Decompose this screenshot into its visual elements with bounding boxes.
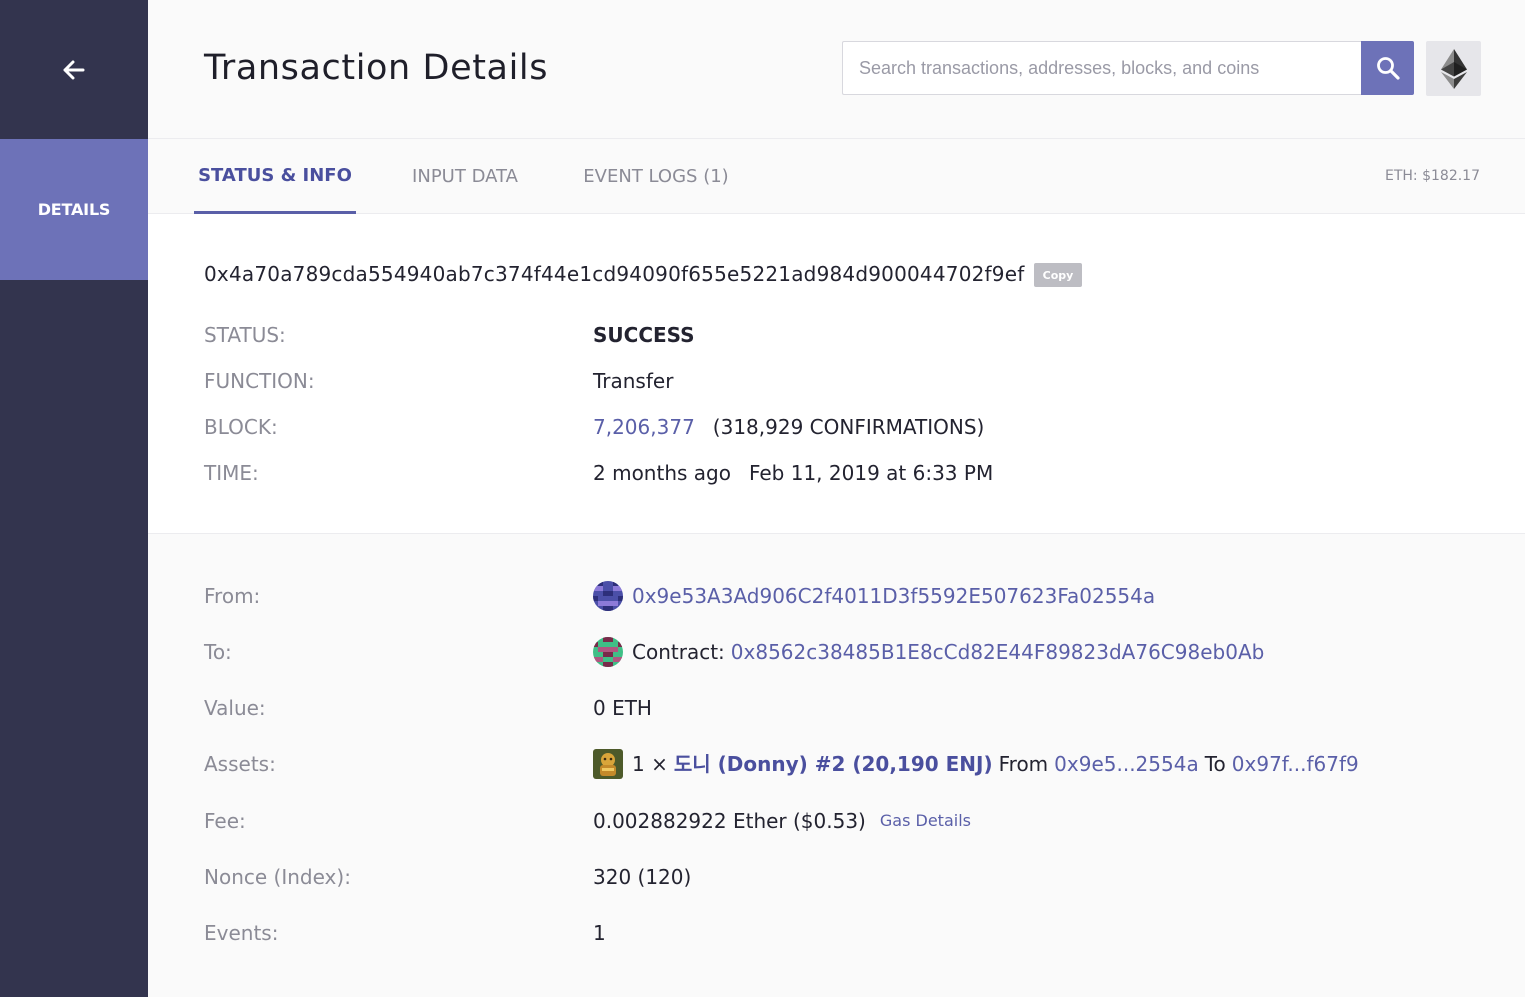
asset-from-link[interactable]: 0x9e5...2554a [1054, 749, 1199, 779]
status-label: STATUS: [204, 323, 286, 347]
page-title: Transaction Details [204, 48, 549, 88]
assets-value: 1 × 도니 (Donny) #2 (20,190 ENJ) From 0x9e… [593, 749, 1359, 779]
from-label: From: [204, 584, 261, 608]
status-badge: SUCCESS [593, 323, 695, 347]
to-row: To: Contract: 0x8562c38485B1E8cCd82E44F8… [204, 637, 1504, 667]
asset-to-link[interactable]: 0x97f...f67f9 [1232, 749, 1359, 779]
function-link[interactable]: Transfer [593, 366, 673, 396]
transaction-hash: 0x4a70a789cda554940ab7c374f44e1cd94090f6… [204, 262, 1025, 286]
eth-price: ETH: $182.17 [1385, 168, 1480, 184]
tab-bar: STATUS & INFO INPUT DATA EVENT LOGS (1) … [148, 139, 1525, 214]
sidebar-item-details[interactable]: DETAILS [0, 139, 148, 280]
asset-name-link[interactable]: 도니 (Donny) #2 (20,190 ENJ) [674, 749, 993, 779]
from-value: 0x9e53A3Ad906C2f4011D3f5592E507623Fa0255… [593, 581, 1155, 611]
nonce-value: 320 (120) [593, 865, 692, 889]
time-relative: 2 months ago [593, 461, 731, 485]
asset-to-text: To [1204, 752, 1226, 776]
fee-label: Fee: [204, 809, 246, 833]
block-label: BLOCK: [204, 415, 278, 439]
from-address-avatar-icon [593, 581, 623, 611]
from-row: From: 0x9e53A3Ad906C2f4011D3f5592E507623… [204, 581, 1504, 611]
asset-from-text: From [998, 752, 1049, 776]
time-absolute: Feb 11, 2019 at 6:33 PM [748, 461, 994, 485]
transaction-info-panel: 0x4a70a789cda554940ab7c374f44e1cd94090f6… [148, 214, 1525, 534]
tab-event-logs[interactable]: EVENT LOGS (1) [570, 139, 742, 214]
back-button[interactable] [0, 0, 148, 139]
sidebar-item-label: DETAILS [37, 200, 111, 219]
to-address-link[interactable]: 0x8562c38485B1E8cCd82E44F89823dA76C98eb0… [731, 637, 1265, 667]
value-amount: 0 ETH [593, 696, 652, 720]
nonce-label: Nonce (Index): [204, 865, 351, 889]
to-label: To: [204, 640, 232, 664]
time-label: TIME: [204, 461, 259, 485]
ethereum-icon [1440, 48, 1467, 89]
assets-row: Assets: 1 × 도니 (Donny) #2 (20,190 ENJ) F… [204, 749, 1504, 779]
transaction-details-panel: From: 0x9e53A3Ad906C2f4011D3f5592E507623… [148, 535, 1525, 997]
tab-input-data[interactable]: INPUT DATA [394, 139, 536, 214]
status-row: STATUS: SUCCESS [204, 320, 1504, 350]
to-prefix: Contract: [632, 640, 725, 664]
time-row: TIME: 2 months ago Feb 11, 2019 at 6:33 … [204, 458, 1504, 488]
to-value: Contract: 0x8562c38485B1E8cCd82E44F89823… [593, 637, 1264, 667]
block-link[interactable]: 7,206,377 [593, 412, 695, 442]
nonce-row: Nonce (Index): 320 (120) [204, 862, 1504, 892]
block-row: BLOCK: 7,206,377 (318,929 CONFIRMATIONS) [204, 412, 1504, 442]
tab-status-info[interactable]: STATUS & INFO [194, 139, 356, 214]
network-selector-button[interactable] [1426, 41, 1481, 96]
function-row: FUNCTION: Transfer [204, 366, 1504, 396]
asset-quantity: 1 × [632, 752, 668, 776]
search-icon [1376, 57, 1400, 80]
block-confirmations: (318,929 CONFIRMATIONS) [712, 415, 985, 439]
time-value: 2 months ago Feb 11, 2019 at 6:33 PM [593, 458, 993, 488]
events-label: Events: [204, 921, 279, 945]
value-label: Value: [204, 696, 266, 720]
value-row: Value: 0 ETH [204, 693, 1504, 723]
function-label: FUNCTION: [204, 369, 315, 393]
from-address-link[interactable]: 0x9e53A3Ad906C2f4011D3f5592E507623Fa0255… [632, 581, 1155, 611]
block-value: 7,206,377 (318,929 CONFIRMATIONS) [593, 412, 984, 442]
search-button[interactable] [1361, 41, 1414, 95]
fee-value: 0.002882922 Ether ($0.53) Gas Details [593, 806, 971, 836]
events-row: Events: 1 [204, 918, 1504, 948]
gas-details-link[interactable]: Gas Details [880, 806, 971, 836]
header: Transaction Details [148, 0, 1525, 139]
events-count-link[interactable]: 1 [593, 918, 606, 948]
asset-thumbnail-icon [593, 749, 623, 779]
main-content: Transaction Details STATUS & INFO INPUT … [148, 0, 1525, 997]
sidebar: DETAILS [0, 0, 148, 997]
search-input[interactable] [842, 41, 1362, 95]
to-address-avatar-icon [593, 637, 623, 667]
copy-hash-button[interactable]: Copy [1034, 263, 1082, 287]
assets-label: Assets: [204, 752, 276, 776]
fee-row: Fee: 0.002882922 Ether ($0.53) Gas Detai… [204, 806, 1504, 836]
fee-amount: 0.002882922 Ether ($0.53) [593, 809, 866, 833]
arrow-left-icon [63, 60, 85, 79]
